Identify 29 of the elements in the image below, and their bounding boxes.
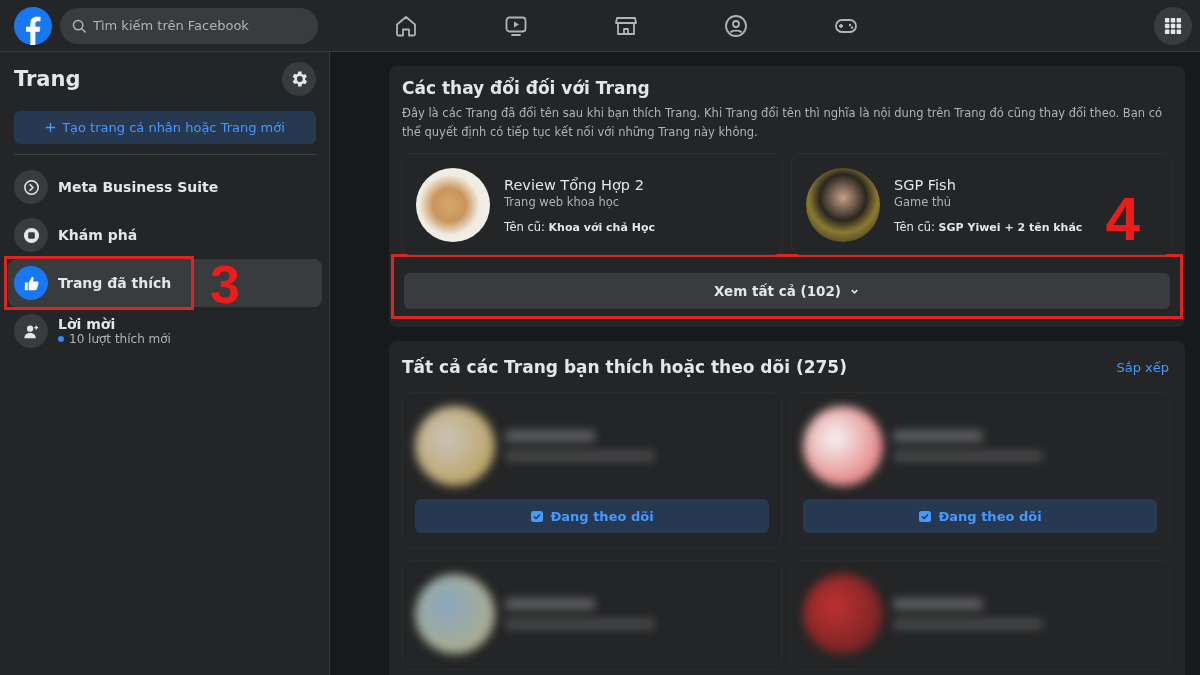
compass-icon bbox=[21, 225, 41, 245]
section-description: Đây là các Trang đã đổi tên sau khi bạn thích Trang. Khi Trang đổi tên thì nghĩa là nội dung trên Trang đó cũng thay đổi theo. Bạn có thể quyết định có tiếp tục kết nối với những Trang này không. bbox=[402, 105, 1164, 141]
page-name[interactable]: SGP Fish bbox=[894, 176, 1083, 193]
see-all-button[interactable]: Xem tất cả (102) bbox=[404, 273, 1170, 309]
old-name: Tên cũ: Khoa với chả Học bbox=[504, 219, 655, 234]
settings-button[interactable] bbox=[282, 62, 316, 96]
old-name: Tên cũ: SGP Yiwei + 2 tên khác bbox=[894, 219, 1083, 234]
plus-icon bbox=[45, 122, 57, 133]
section-title: Các thay đổi đối với Trang bbox=[402, 78, 651, 98]
sidebar-item[interactable]: Meta Business Suite bbox=[8, 163, 322, 211]
section-title: Tất cả các Trang bạn thích hoặc theo dõi (275) bbox=[402, 357, 847, 377]
page-category: Trang web khoa học bbox=[504, 194, 621, 209]
grid-icon bbox=[1164, 16, 1182, 35]
following-button[interactable]: Đang theo dõi bbox=[415, 499, 769, 533]
menu-button[interactable] bbox=[1154, 6, 1192, 45]
create-page-button[interactable]: Tạo trang cá nhân hoặc Trang mới bbox=[14, 111, 316, 144]
step-number: 4 bbox=[1105, 188, 1140, 250]
sort-link[interactable]: Sắp xếp bbox=[1116, 359, 1169, 375]
page-name[interactable]: Review Tổng Hợp 2 bbox=[504, 176, 655, 193]
home-icon[interactable] bbox=[394, 13, 418, 38]
page-category: Game thủ bbox=[894, 194, 952, 209]
sidebar-title: Trang bbox=[14, 67, 81, 91]
sidebar-item[interactable]: Khám phá bbox=[8, 211, 322, 259]
following-button[interactable]: Đang theo dõi bbox=[803, 499, 1157, 533]
search-field[interactable]: Tìm kiếm trên Facebook bbox=[60, 7, 318, 44]
people-icon[interactable] bbox=[724, 13, 748, 38]
logo-icon[interactable] bbox=[14, 6, 52, 45]
check-box-icon bbox=[530, 509, 545, 523]
check-box-icon bbox=[918, 509, 933, 523]
